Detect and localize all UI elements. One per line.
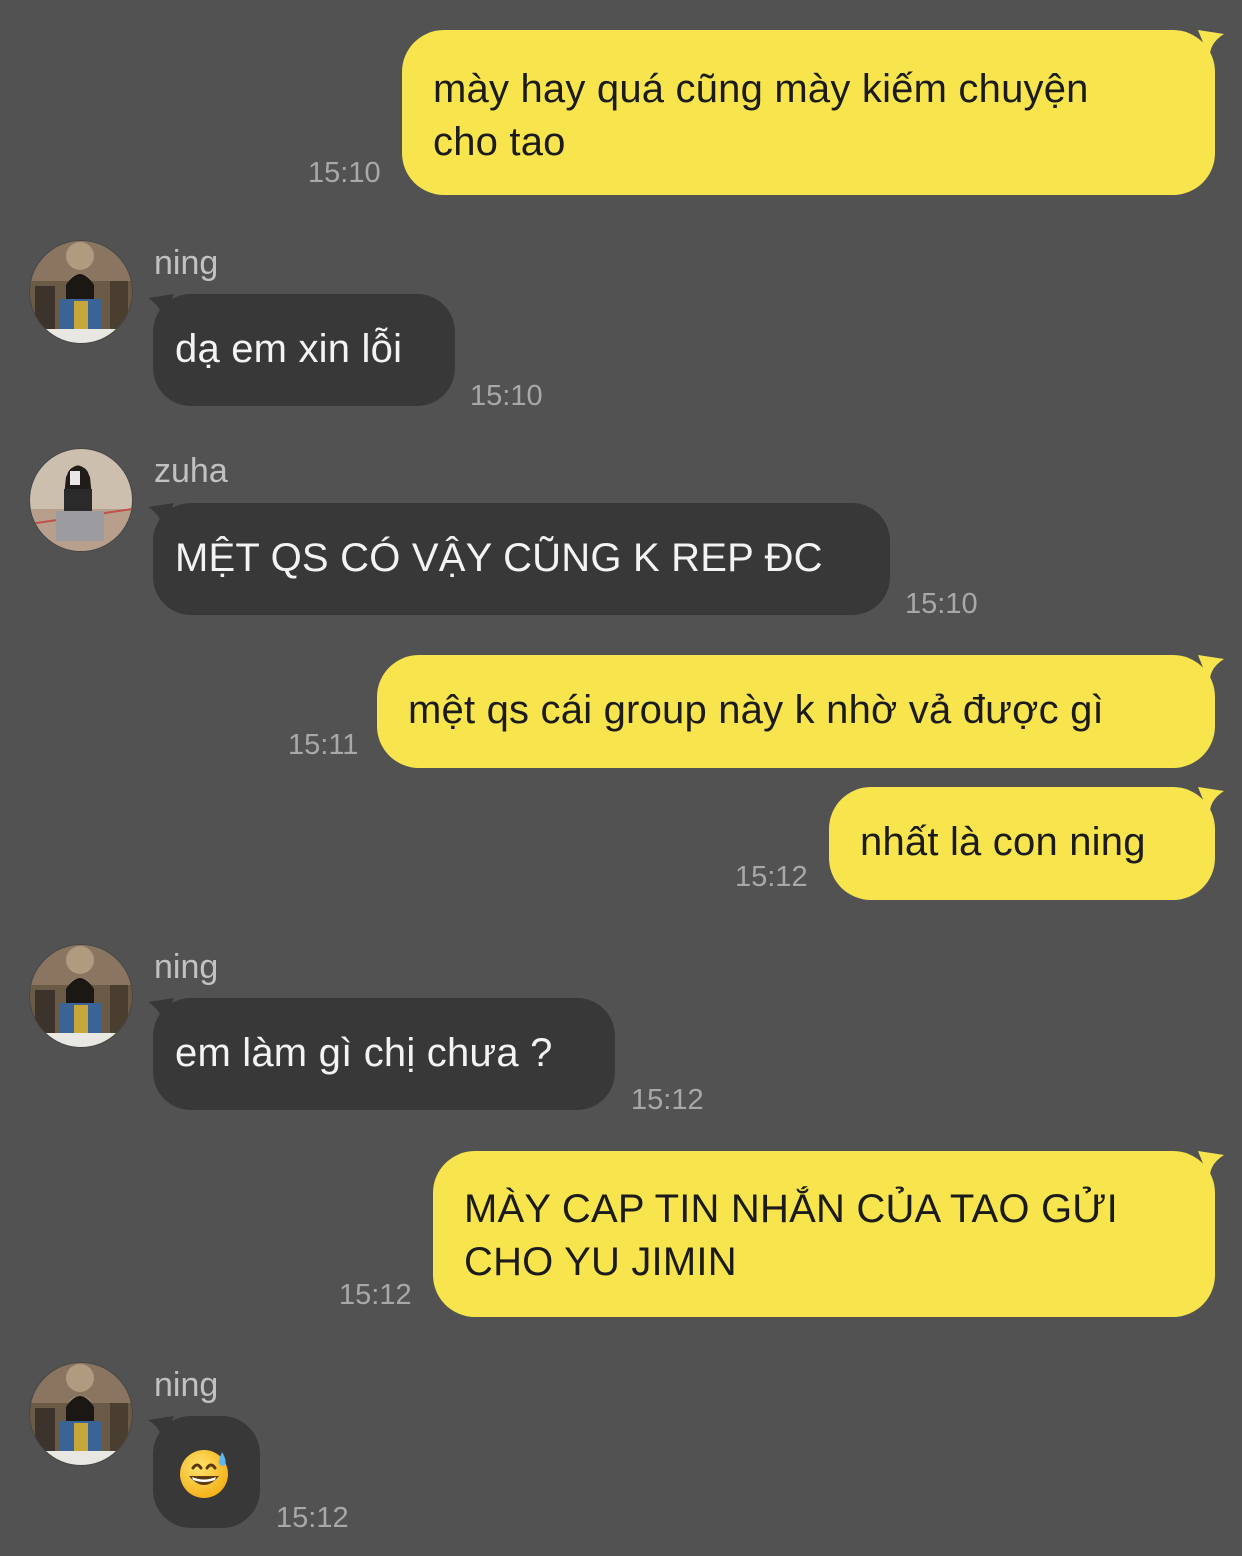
sender-name: ning — [154, 1366, 219, 1404]
message-timestamp: 15:10 — [905, 588, 978, 620]
message-timestamp: 15:12 — [339, 1279, 412, 1311]
message-bubble[interactable]: dạ em xin lỗi — [153, 294, 455, 406]
bubble-tail — [148, 503, 174, 533]
message-timestamp: 15:12 — [631, 1084, 704, 1116]
sender-name: zuha — [154, 452, 228, 490]
avatar-ning[interactable] — [30, 1363, 132, 1465]
message-timestamp: 15:12 — [735, 861, 808, 893]
bubble-tail — [1198, 1151, 1224, 1181]
message-bubble[interactable]: mệt qs cái group này k nhờ vả được gì — [377, 655, 1215, 768]
bubble-tail — [148, 294, 174, 324]
message-bubble[interactable]: mày hay quá cũng mày kiếm chuyện cho tao — [402, 30, 1215, 195]
bubble-tail — [148, 1416, 174, 1446]
sender-name: ning — [154, 948, 219, 986]
avatar-ning[interactable] — [30, 241, 132, 343]
message-timestamp: 15:11 — [288, 729, 359, 761]
sweat-smile-emoji-icon — [180, 1450, 228, 1498]
bubble-tail — [1198, 30, 1224, 60]
bubble-tail — [1198, 787, 1224, 817]
sender-name: ning — [154, 244, 219, 282]
message-bubble[interactable]: MỆT QS CÓ VẬY CŨNG K REP ĐC — [153, 503, 890, 615]
bubble-tail — [1198, 655, 1224, 685]
message-bubble[interactable]: em làm gì chị chưa ? — [153, 998, 615, 1110]
message-timestamp: 15:10 — [308, 157, 381, 189]
avatar-zuha[interactable] — [30, 449, 132, 551]
bubble-tail — [148, 998, 174, 1028]
message-bubble[interactable]: MÀY CAP TIN NHẮN CỦA TAO GỬI CHO YU JIMI… — [433, 1151, 1215, 1317]
message-timestamp: 15:12 — [276, 1502, 349, 1534]
avatar-ning[interactable] — [30, 945, 132, 1047]
message-timestamp: 15:10 — [470, 380, 543, 412]
message-bubble[interactable]: nhất là con ning — [829, 787, 1215, 900]
